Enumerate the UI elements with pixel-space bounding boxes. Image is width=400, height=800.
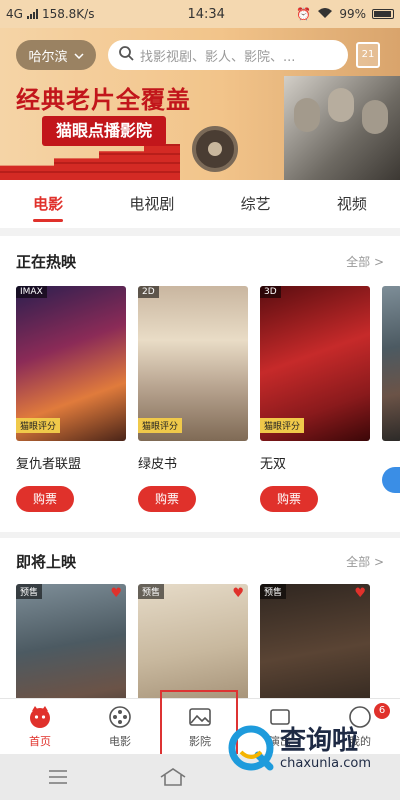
rating-tag: 猫眼评分 xyxy=(260,418,305,433)
see-all-link[interactable]: 全部 > xyxy=(346,553,384,570)
heart-icon[interactable]: ♥ xyxy=(232,586,244,601)
movie-card[interactable]: IMAX 猫眼评分 复仇者联盟 购票 xyxy=(16,286,126,512)
film-reel-icon xyxy=(192,126,238,172)
format-badge: IMAX xyxy=(16,286,47,298)
city-selector[interactable]: 哈尔滨 xyxy=(16,40,96,70)
search-placeholder: 找影视剧、影人、影院、... xyxy=(140,49,296,65)
movie-card[interactable]: 3D 猫眼评分 无双 购票 xyxy=(260,286,370,512)
classic-movie-poster xyxy=(284,76,400,180)
search-bar[interactable]: 找影视剧、影人、影院、... xyxy=(108,40,348,70)
movie-poster[interactable]: 预售 ♥ xyxy=(138,584,248,698)
wifi-icon xyxy=(317,7,333,22)
movie-poster[interactable]: 预售 ♥ xyxy=(260,584,370,698)
tab-tv-series[interactable]: 电视剧 xyxy=(125,180,178,228)
section-title: 正在热映 xyxy=(16,252,77,271)
status-right: ⏰ 99% xyxy=(296,7,394,22)
buy-ticket-button[interactable]: 购票 xyxy=(138,486,196,512)
format-badge: 3D xyxy=(260,286,281,298)
movie-poster[interactable]: 2D 猫眼评分 xyxy=(138,286,248,441)
banner-subline: 猫眼点播影院 xyxy=(42,116,167,146)
movie-poster[interactable]: 预售 ♥ xyxy=(16,584,126,698)
movie-poster-partial[interactable] xyxy=(382,286,400,441)
tab-movies[interactable]: 电影 xyxy=(29,180,67,228)
presale-badge: 预售 xyxy=(260,584,287,599)
signal-icon xyxy=(26,9,38,19)
image-frame-icon xyxy=(188,705,212,729)
red-stairs-graphic xyxy=(0,144,180,180)
status-bar: 4G 158.8K/s 14:34 ⏰ 99% xyxy=(0,0,400,28)
buy-ticket-button[interactable]: 购票 xyxy=(16,486,74,512)
movie-card[interactable]: 预售 ♥ xyxy=(16,584,126,698)
presale-badge: 预售 xyxy=(16,584,43,599)
format-badge: 2D xyxy=(138,286,159,298)
nav-label: 电影 xyxy=(109,734,131,748)
movie-poster[interactable]: 3D 猫眼评分 xyxy=(260,286,370,441)
nav-movies[interactable]: 电影 xyxy=(80,699,160,754)
now-showing-section: 正在热映 全部 > IMAX 猫眼评分 复仇者联盟 购票 2D 猫眼评分 绿皮书… xyxy=(0,236,400,532)
alarm-icon: ⏰ xyxy=(296,7,312,21)
search-icon xyxy=(118,45,134,65)
movie-card[interactable]: 预售 ♥ xyxy=(260,584,370,698)
rating-tag: 猫眼评分 xyxy=(138,418,183,433)
film-reel-icon xyxy=(108,705,132,729)
movie-row: 预售 ♥ 预售 ♥ 预售 ♥ xyxy=(0,584,400,698)
movie-card-partial[interactable] xyxy=(382,286,400,512)
movie-row: IMAX 猫眼评分 复仇者联盟 购票 2D 猫眼评分 绿皮书 购票 3D 猫眼评… xyxy=(0,286,400,512)
watermark-logo: 查询啦 chaxunla.com xyxy=(228,708,398,788)
home-icon[interactable] xyxy=(153,762,193,792)
cat-face-icon xyxy=(28,705,52,729)
heart-icon[interactable]: ♥ xyxy=(110,586,122,601)
watermark-q-icon xyxy=(228,725,274,771)
banner-headline: 经典老片全覆盖 xyxy=(16,86,191,114)
watermark-text: 查询啦 chaxunla.com xyxy=(280,726,371,771)
watermark-cn: 查询啦 xyxy=(280,725,359,756)
heart-icon[interactable]: ♥ xyxy=(354,586,366,601)
clock: 14:34 xyxy=(187,6,225,22)
presale-badge: 预售 xyxy=(138,584,165,599)
presale-button-partial[interactable] xyxy=(382,467,400,493)
tab-video[interactable]: 视频 xyxy=(333,180,371,228)
movie-title: 无双 xyxy=(260,457,287,472)
section-header: 即将上映 全部 > xyxy=(0,538,400,584)
see-all-link[interactable]: 全部 > xyxy=(346,253,384,270)
movie-card[interactable]: 2D 猫眼评分 绿皮书 购票 xyxy=(138,286,248,512)
nav-home[interactable]: 首页 xyxy=(0,699,80,754)
movie-poster[interactable]: IMAX 猫眼评分 xyxy=(16,286,126,441)
buy-ticket-button[interactable]: 购票 xyxy=(260,486,318,512)
calendar-day: 21 xyxy=(361,49,375,60)
watermark-en: chaxunla.com xyxy=(280,755,371,771)
calendar-icon[interactable]: 21 xyxy=(356,42,380,68)
promo-banner[interactable]: 哈尔滨 找影视剧、影人、影院、... 21 经典老片全覆盖 猫眼点播影院 xyxy=(0,28,400,180)
nav-label: 影院 xyxy=(189,734,211,748)
movie-title: 绿皮书 xyxy=(138,457,178,472)
movie-card[interactable]: 预售 ♥ xyxy=(138,584,248,698)
movie-title: 复仇者联盟 xyxy=(16,457,82,472)
battery-icon xyxy=(372,9,394,19)
nav-label: 首页 xyxy=(29,734,51,748)
rating-tag: 猫眼评分 xyxy=(16,418,61,433)
tab-variety[interactable]: 综艺 xyxy=(237,180,275,228)
section-title: 即将上映 xyxy=(16,552,77,571)
battery-percent: 99% xyxy=(339,7,366,21)
chevron-down-icon xyxy=(73,48,84,63)
section-header: 正在热映 全部 > xyxy=(0,236,400,286)
network-speed: 158.8K/s xyxy=(41,7,95,21)
coming-soon-section: 即将上映 全部 > 预售 ♥ 预售 ♥ 预售 ♥ xyxy=(0,538,400,698)
city-label: 哈尔滨 xyxy=(28,49,68,65)
category-tabs: 电影 电视剧 综艺 视频 xyxy=(0,180,400,228)
network-type: 4G xyxy=(6,7,23,21)
status-left: 4G 158.8K/s xyxy=(6,7,156,21)
menu-icon[interactable] xyxy=(38,762,78,792)
